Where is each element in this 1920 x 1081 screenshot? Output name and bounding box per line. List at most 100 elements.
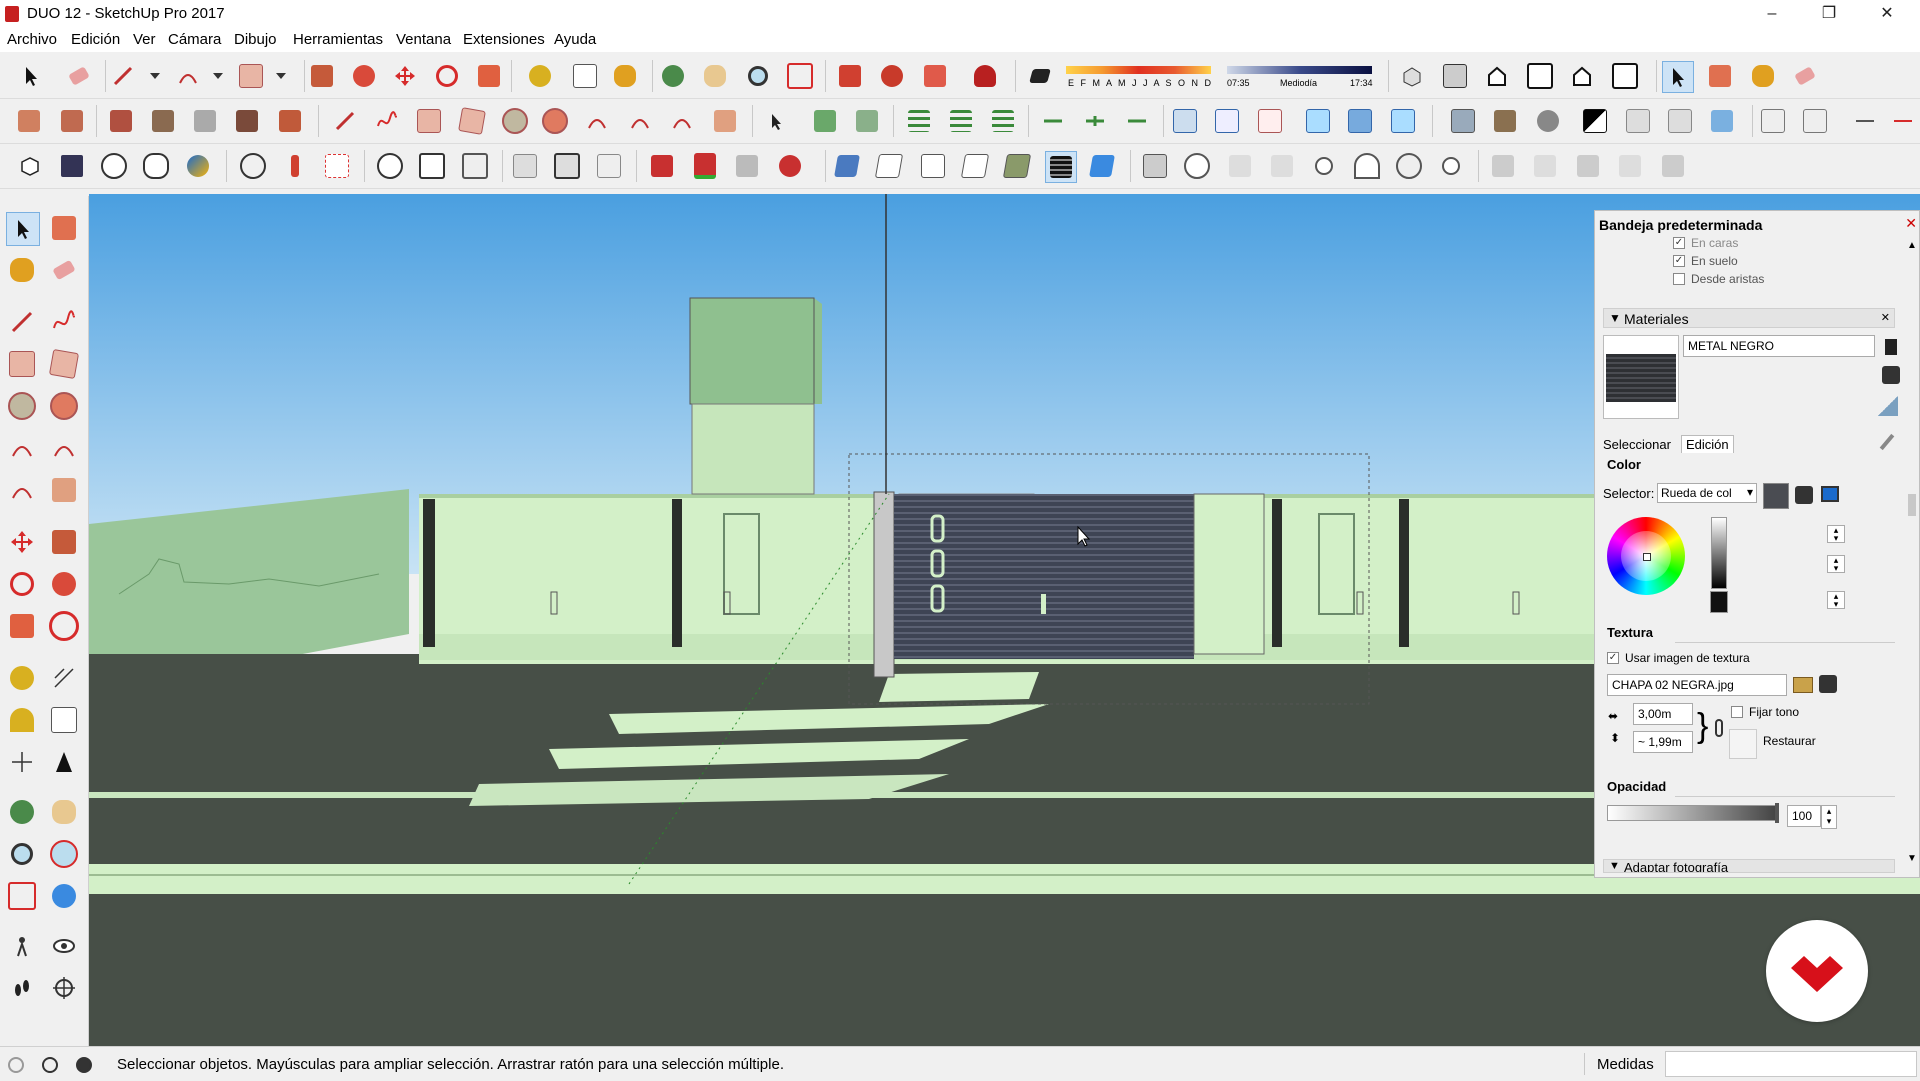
zoom-extents-icon-left[interactable] (6, 880, 38, 912)
shadow-on-faces-checkbox[interactable]: ✓ (1673, 237, 1685, 249)
section-minus-icon[interactable] (1122, 106, 1152, 136)
push-pull-icon-left[interactable] (48, 526, 80, 558)
model-info-icon[interactable] (57, 151, 87, 181)
look-around-icon-left[interactable] (48, 930, 80, 962)
opacity-handle[interactable] (1775, 803, 1779, 823)
orbit-icon[interactable] (658, 61, 688, 91)
tab-edit[interactable]: Edición (1681, 435, 1734, 453)
rotate-tool-icon[interactable] (432, 61, 462, 91)
scale-icon-left[interactable] (6, 610, 38, 642)
texture-file-field[interactable]: CHAPA 02 NEGRA.jpg (1607, 674, 1787, 696)
bucket-component-icon[interactable] (417, 151, 447, 181)
user-account-icon[interactable] (76, 1057, 92, 1073)
scroll-up-arrow-icon[interactable]: ▲ (1907, 240, 1917, 251)
scale-tool-icon[interactable] (474, 61, 504, 91)
tray-scrollbar[interactable]: ▲ ▼ (1906, 240, 1918, 864)
fix-hue-checkbox[interactable] (1731, 706, 1743, 718)
paint-bucket-icon-2[interactable] (1748, 61, 1778, 91)
line-dropdown-icon[interactable] (140, 61, 170, 91)
edit-texture-icon[interactable] (1819, 675, 1837, 693)
intersect-icon[interactable] (1800, 106, 1830, 136)
solid-tools-icon-1[interactable] (1623, 106, 1653, 136)
tray-close-icon[interactable]: ✕ (1905, 215, 1917, 232)
scene-icon-3[interactable] (594, 151, 624, 181)
layer-tool-icon[interactable] (1448, 106, 1478, 136)
polygon-icon-left[interactable] (48, 390, 80, 422)
face-style-icon-3[interactable] (918, 151, 948, 181)
position-camera-icon-left[interactable] (6, 930, 38, 962)
scene-icon-1[interactable] (510, 151, 540, 181)
shadow-from-edges-checkbox[interactable] (1673, 273, 1685, 285)
materials-section-header[interactable]: ▼ Materiales ✕ (1603, 308, 1895, 328)
camera-icon-3[interactable] (1225, 151, 1255, 181)
two-point-arc-icon-left[interactable] (48, 432, 80, 464)
extension-warehouse-icon[interactable] (877, 61, 907, 91)
3d-text-icon-left[interactable] (48, 746, 80, 778)
face-style-icon-6[interactable] (1045, 151, 1077, 183)
select-arrow-icon[interactable] (761, 106, 791, 136)
credits-info-icon[interactable] (42, 1057, 58, 1073)
component-3d-icon[interactable] (15, 151, 45, 181)
color-stepper-2[interactable]: ▴ ▾ (1827, 555, 1845, 573)
hidden-line-icon[interactable] (1303, 106, 1333, 136)
select-tool-icon-2[interactable] (1662, 61, 1694, 93)
reset-color-button[interactable] (1729, 729, 1757, 759)
match-color-screen-icon[interactable] (1821, 486, 1839, 502)
brightness-slider[interactable] (1711, 517, 1727, 589)
opacity-stepper[interactable]: ▴ ▾ (1821, 805, 1837, 829)
section-add-icon[interactable] (1080, 106, 1110, 136)
protractor-icon[interactable] (1888, 106, 1918, 136)
material-model-icon[interactable] (1882, 366, 1900, 384)
line-tool-icon[interactable] (108, 61, 138, 91)
solid-tools-icon-3[interactable] (1707, 106, 1737, 136)
arc-tool-icon-2[interactable] (582, 106, 612, 136)
arc-dropdown-icon[interactable] (203, 61, 233, 91)
sample-paint-icon[interactable] (1878, 396, 1898, 416)
menu-camara[interactable]: Cámara (168, 31, 221, 48)
shaded-textures-icon[interactable] (1388, 106, 1418, 136)
wireframe-icon[interactable] (1255, 106, 1285, 136)
line-icon-left[interactable] (6, 306, 38, 338)
three-point-arc-icon-left[interactable] (6, 474, 38, 506)
move-tool-icon[interactable] (390, 61, 420, 91)
light-icon[interactable] (1436, 151, 1466, 181)
dimension-icon[interactable] (1850, 106, 1880, 136)
menu-ayuda[interactable]: Ayuda (554, 31, 596, 48)
face-style-icon-4[interactable] (960, 151, 990, 181)
current-color-swatch[interactable] (1763, 483, 1789, 509)
follow-me-icon-left[interactable] (48, 568, 80, 600)
camera-icon-2[interactable] (1182, 151, 1212, 181)
outer-shell-icon[interactable] (1758, 106, 1788, 136)
zoom-icon-left[interactable] (6, 838, 38, 870)
material-sample-icon[interactable] (460, 151, 490, 181)
warehouse-green-icon[interactable] (690, 151, 720, 181)
shaded-icon[interactable] (1345, 106, 1375, 136)
polygon-tool-icon[interactable] (540, 106, 570, 136)
make-component-icon[interactable] (1705, 61, 1735, 91)
smoove-icon[interactable] (106, 106, 136, 136)
orbit-icon-left[interactable] (6, 796, 38, 828)
back-edges-icon[interactable] (1212, 106, 1242, 136)
add-detail-icon[interactable] (232, 106, 262, 136)
color-picker-select[interactable]: Rueda de col ▾ (1657, 483, 1757, 503)
solid-tools-icon-2[interactable] (1665, 106, 1695, 136)
top-view-icon[interactable] (1440, 61, 1470, 91)
move-icon-left[interactable] (6, 526, 38, 558)
menu-ventana[interactable]: Ventana (396, 31, 451, 48)
shadow-time-slider[interactable] (1227, 66, 1372, 74)
axes-icon[interactable] (238, 151, 268, 181)
protractor-icon-left[interactable] (6, 704, 38, 736)
rotated-rectangle-icon-left[interactable] (48, 348, 80, 380)
group-icon[interactable] (852, 106, 882, 136)
extension-manager-icon[interactable] (970, 61, 1000, 91)
camera-position-icon[interactable] (322, 151, 352, 181)
restore-button[interactable]: ❐ (1800, 0, 1858, 28)
menu-archivo[interactable]: Archivo (7, 31, 57, 48)
3d-warehouse-icon[interactable] (835, 61, 865, 91)
browse-folder-icon[interactable] (1793, 677, 1813, 693)
render-icon-3[interactable] (1573, 151, 1603, 181)
tape-measure-icon-left[interactable] (6, 662, 38, 694)
render-icon-4[interactable] (1615, 151, 1645, 181)
follow-me-icon[interactable] (349, 61, 379, 91)
select-tool-icon-left[interactable] (6, 212, 40, 246)
